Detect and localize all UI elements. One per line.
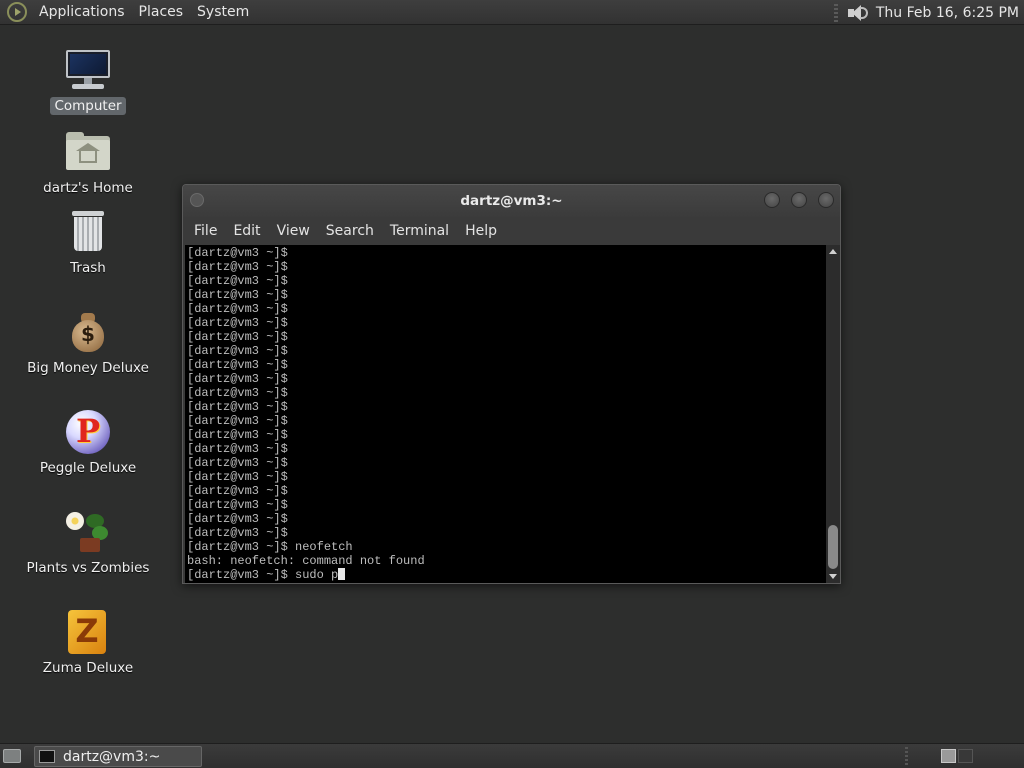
desktop-icon-label: Computer — [50, 97, 126, 115]
desktop-icon-label: Trash — [70, 260, 106, 276]
terminal-prompt-line: [dartz@vm3 ~]$ sudo p — [187, 568, 826, 582]
volume-icon[interactable] — [846, 3, 870, 23]
terminal-lines: [dartz@vm3 ~]$ [dartz@vm3 ~]$ [dartz@vm3 ~… — [185, 245, 826, 582]
terminal-window: dartz@vm3:~ File Edit View Search Termin… — [182, 184, 841, 584]
workspace-2[interactable] — [958, 749, 973, 763]
desktop-icon-big-money[interactable]: $ Big Money Deluxe — [13, 308, 163, 377]
peggle-icon: P — [64, 408, 112, 456]
system-menu[interactable]: System — [190, 4, 256, 20]
panel-grip — [833, 3, 838, 22]
workspace-1[interactable] — [941, 749, 956, 763]
distro-logo-icon[interactable] — [7, 2, 27, 22]
desktop-icon-zuma[interactable]: Z Zuma Deluxe — [13, 608, 163, 677]
desktop-icon-computer[interactable]: Computer — [13, 46, 163, 115]
computer-icon — [64, 46, 112, 94]
terminal-line: [dartz@vm3 ~]$ — [187, 470, 288, 484]
terminal-line: [dartz@vm3 ~]$ neofetch — [187, 540, 353, 554]
desktop-icon-trash[interactable]: Trash — [13, 208, 163, 277]
scroll-up-icon[interactable] — [829, 249, 837, 254]
terminal-current-input: [dartz@vm3 ~]$ sudo p — [187, 568, 339, 582]
desktop-icon-plants-vs-zombies[interactable]: Plants vs Zombies — [13, 508, 163, 577]
terminal-line: [dartz@vm3 ~]$ — [187, 428, 288, 442]
terminal-line: [dartz@vm3 ~]$ — [187, 274, 288, 288]
terminal-output[interactable]: [dartz@vm3 ~]$ [dartz@vm3 ~]$ [dartz@vm3 ~… — [185, 245, 826, 583]
window-menu-icon[interactable] — [190, 193, 204, 207]
text-cursor — [338, 568, 346, 580]
terminal-line: [dartz@vm3 ~]$ — [187, 512, 288, 526]
terminal-line: bash: neofetch: command not found — [187, 554, 425, 568]
desktop-icon-peggle[interactable]: P Peggle Deluxe — [13, 408, 163, 477]
terminal-line: [dartz@vm3 ~]$ — [187, 344, 288, 358]
terminal-line: [dartz@vm3 ~]$ — [187, 498, 288, 512]
terminal-line: [dartz@vm3 ~]$ — [187, 372, 288, 386]
scrollbar-thumb[interactable] — [828, 525, 838, 569]
panel-grip — [905, 747, 908, 766]
show-desktop-icon[interactable] — [3, 749, 21, 763]
minimize-button[interactable] — [764, 192, 780, 208]
terminal-menubar: File Edit View Search Terminal Help — [183, 217, 840, 245]
scroll-down-icon[interactable] — [829, 574, 837, 579]
home-folder-icon — [64, 128, 112, 176]
desktop-icon-label: Zuma Deluxe — [42, 660, 134, 676]
desktop-icon-label: Plants vs Zombies — [26, 560, 150, 576]
clock[interactable]: Thu Feb 16, 6:25 PM — [876, 5, 1019, 21]
terminal-line: [dartz@vm3 ~]$ — [187, 386, 288, 400]
menu-view[interactable]: View — [269, 223, 318, 239]
money-bag-icon: $ — [64, 308, 112, 356]
terminal-line: [dartz@vm3 ~]$ — [187, 442, 288, 456]
terminal-scrollbar[interactable] — [826, 245, 840, 583]
desktop-icon-label: dartz's Home — [43, 180, 133, 196]
terminal-line: [dartz@vm3 ~]$ — [187, 456, 288, 470]
window-title: dartz@vm3:~ — [460, 193, 563, 209]
terminal-line: [dartz@vm3 ~]$ — [187, 400, 288, 414]
maximize-button[interactable] — [791, 192, 807, 208]
trash-icon — [64, 208, 112, 256]
terminal-line: [dartz@vm3 ~]$ — [187, 260, 288, 274]
terminal-line: [dartz@vm3 ~]$ — [187, 330, 288, 344]
taskbar-button-terminal[interactable]: dartz@vm3:~ — [34, 746, 202, 767]
terminal-line: [dartz@vm3 ~]$ — [187, 288, 288, 302]
menu-terminal[interactable]: Terminal — [382, 223, 457, 239]
terminal-icon — [39, 750, 55, 763]
top-panel-tray: Thu Feb 16, 6:25 PM — [833, 0, 1024, 25]
menu-file[interactable]: File — [186, 223, 225, 239]
desktop-icon-label: Peggle Deluxe — [39, 460, 137, 476]
top-panel: Applications Places System Thu Feb 16, 6… — [0, 0, 1024, 25]
window-titlebar[interactable]: dartz@vm3:~ — [183, 185, 840, 217]
terminal-line: [dartz@vm3 ~]$ — [187, 302, 288, 316]
menu-help[interactable]: Help — [457, 223, 505, 239]
desktop-icon-label: Big Money Deluxe — [27, 360, 149, 376]
taskbar-label: dartz@vm3:~ — [63, 748, 161, 765]
places-menu[interactable]: Places — [132, 4, 191, 20]
terminal-line: [dartz@vm3 ~]$ — [187, 358, 288, 372]
terminal-line: [dartz@vm3 ~]$ — [187, 316, 288, 330]
bottom-panel: dartz@vm3:~ — [0, 743, 1024, 768]
zuma-icon: Z — [64, 608, 112, 656]
applications-menu[interactable]: Applications — [32, 4, 132, 20]
terminal-line: [dartz@vm3 ~]$ — [187, 526, 288, 540]
menu-search[interactable]: Search — [318, 223, 382, 239]
close-button[interactable] — [818, 192, 834, 208]
menu-edit[interactable]: Edit — [225, 223, 268, 239]
terminal-line: [dartz@vm3 ~]$ — [187, 414, 288, 428]
desktop: Applications Places System Thu Feb 16, 6… — [0, 0, 1024, 768]
terminal-line: [dartz@vm3 ~]$ — [187, 246, 288, 260]
plants-vs-zombies-icon — [64, 508, 112, 556]
terminal-line: [dartz@vm3 ~]$ — [187, 484, 288, 498]
desktop-icon-home[interactable]: dartz's Home — [13, 128, 163, 197]
